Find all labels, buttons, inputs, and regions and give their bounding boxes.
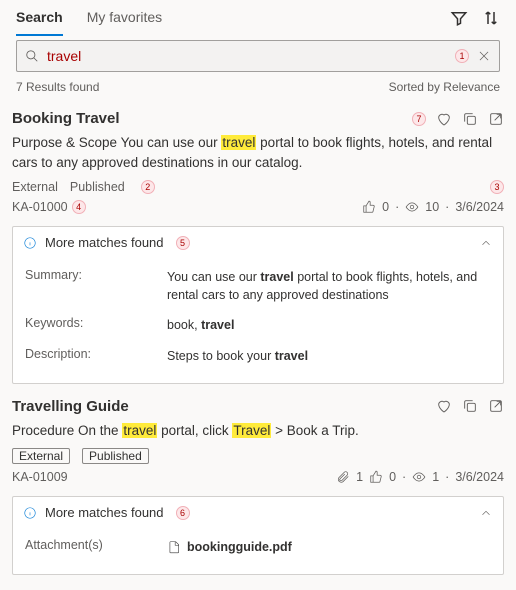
result-snippet: Procedure On the travel portal, click Tr… xyxy=(12,421,504,441)
more-matches-toggle[interactable]: More matches found 6 xyxy=(13,497,503,528)
result-snippet: Purpose & Scope You can use our travel p… xyxy=(12,133,504,172)
sort-icon[interactable] xyxy=(482,9,500,27)
attachment-icon xyxy=(336,470,350,484)
thumbsup-icon xyxy=(369,470,383,484)
filter-icon[interactable] xyxy=(450,9,468,27)
tag-published: Published xyxy=(70,180,125,194)
match-row-keywords: Keywords: book, travel xyxy=(25,310,491,340)
popout-icon[interactable] xyxy=(488,111,504,127)
tag-external: External xyxy=(12,180,58,194)
chevron-up-icon xyxy=(479,506,493,520)
likes-count: 0 xyxy=(389,470,396,484)
likes-count: 0 xyxy=(382,200,389,214)
views-count: 10 xyxy=(425,200,439,214)
result-item: Travelling Guide Procedure On the travel… xyxy=(0,394,516,493)
views-count: 1 xyxy=(432,470,439,484)
search-icon xyxy=(25,49,39,63)
copy-icon[interactable] xyxy=(462,398,478,414)
callout-2: 2 xyxy=(141,180,155,194)
callout-1: 1 xyxy=(455,49,469,63)
match-row-description: Description: Steps to book your travel xyxy=(25,341,491,371)
result-title[interactable]: Travelling Guide xyxy=(12,398,129,415)
heart-icon[interactable] xyxy=(436,398,452,414)
copy-icon[interactable] xyxy=(462,111,478,127)
sort-label: Sorted by Relevance xyxy=(389,80,500,94)
callout-3: 3 xyxy=(490,180,504,194)
tag-external: External xyxy=(12,448,70,464)
more-matches-panel: More matches found 6 Attachment(s) booki… xyxy=(12,496,504,575)
eye-icon xyxy=(405,200,419,214)
thumbsup-icon xyxy=(362,200,376,214)
tag-published: Published xyxy=(82,448,149,464)
more-matches-label: More matches found xyxy=(45,235,164,250)
result-date: 3/6/2024 xyxy=(455,470,504,484)
info-icon xyxy=(23,506,37,520)
popout-icon[interactable] xyxy=(488,398,504,414)
tab-search[interactable]: Search xyxy=(16,0,63,36)
results-count: 7 Results found xyxy=(16,80,99,94)
search-box[interactable]: 1 xyxy=(16,40,500,72)
callout-7: 7 xyxy=(412,112,426,126)
attachment-name[interactable]: bookingguide.pdf xyxy=(187,538,292,556)
ka-id: KA-01009 xyxy=(12,470,68,484)
search-input[interactable] xyxy=(47,48,443,64)
match-row-summary: Summary: You can use our travel portal t… xyxy=(25,262,491,310)
callout-6: 6 xyxy=(176,506,190,520)
file-icon xyxy=(167,540,181,554)
ka-id: KA-01000 xyxy=(12,200,68,214)
info-icon xyxy=(23,236,37,250)
more-matches-label: More matches found xyxy=(45,505,164,520)
heart-icon[interactable] xyxy=(436,111,452,127)
eye-icon xyxy=(412,470,426,484)
chevron-up-icon xyxy=(479,236,493,250)
attachment-count: 1 xyxy=(356,470,363,484)
more-matches-panel: More matches found 5 Summary: You can us… xyxy=(12,226,504,384)
result-item: Booking Travel 7 Purpose & Scope You can… xyxy=(0,106,516,222)
more-matches-toggle[interactable]: More matches found 5 xyxy=(13,227,503,258)
callout-4: 4 xyxy=(72,200,86,214)
tab-favorites[interactable]: My favorites xyxy=(87,0,162,36)
result-date: 3/6/2024 xyxy=(455,200,504,214)
callout-5: 5 xyxy=(176,236,190,250)
result-title[interactable]: Booking Travel xyxy=(12,110,120,127)
clear-icon[interactable] xyxy=(477,49,491,63)
match-row-attachments: Attachment(s) bookingguide.pdf xyxy=(25,532,491,562)
